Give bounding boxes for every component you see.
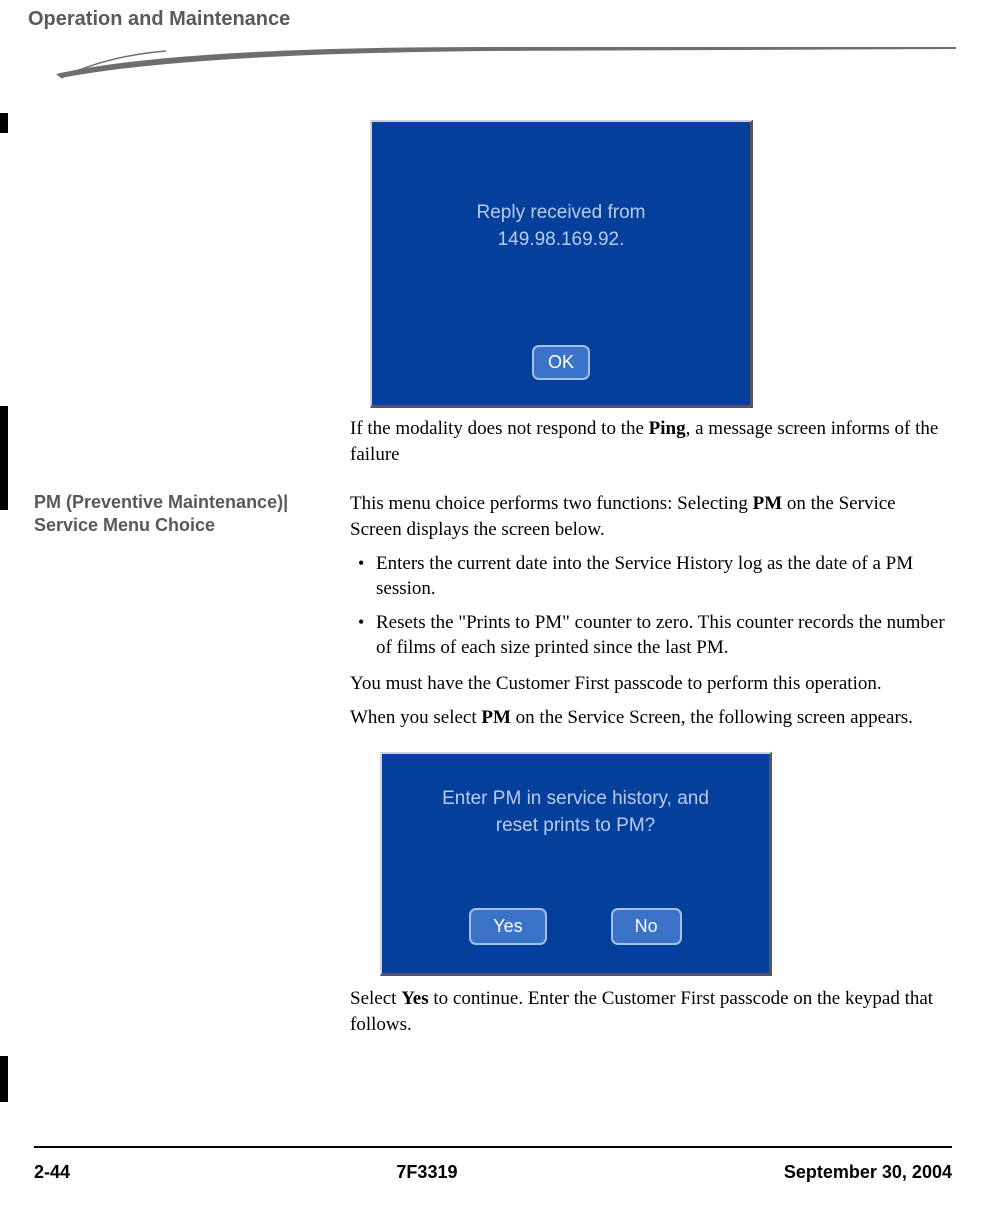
caption-text: Select bbox=[350, 988, 401, 1009]
body-bold: PM bbox=[753, 493, 783, 514]
footer-doc-number: 7F3319 bbox=[396, 1162, 457, 1183]
footer-date: September 30, 2004 bbox=[784, 1162, 952, 1183]
ping-failure-caption: If the modality does not respond to the … bbox=[350, 416, 950, 467]
pm-confirm-dialog: Enter PM in service history, and reset p… bbox=[380, 752, 772, 976]
dialog-text-line: reset prints to PM? bbox=[382, 813, 769, 840]
change-bar bbox=[0, 113, 8, 133]
dialog-text-line: Reply received from bbox=[372, 200, 750, 227]
body-text: You must have the Customer First passcod… bbox=[350, 671, 950, 697]
body-bold: PM bbox=[481, 707, 511, 728]
caption-bold: Yes bbox=[401, 988, 428, 1009]
header-swoosh bbox=[26, 36, 956, 86]
select-yes-caption: Select Yes to continue. Enter the Custom… bbox=[350, 986, 950, 1037]
body-text: This menu choice performs two functions:… bbox=[350, 493, 753, 514]
caption-text: If the modality does not respond to the bbox=[350, 418, 649, 439]
footer-page-number: 2-44 bbox=[34, 1162, 70, 1183]
dialog-text-line: Enter PM in service history, and bbox=[382, 786, 769, 813]
section-side-heading: PM (Preventive Maintenance)| Service Men… bbox=[34, 491, 330, 738]
ping-reply-dialog: Reply received from 149.98.169.92. OK bbox=[370, 120, 753, 408]
dialog-text-line: 149.98.169.92. bbox=[372, 227, 750, 254]
caption-bold: Ping bbox=[649, 418, 686, 439]
body-text: When you select bbox=[350, 707, 481, 728]
page-header-title: Operation and Maintenance bbox=[0, 0, 982, 31]
no-button[interactable]: No bbox=[611, 908, 682, 945]
list-item: Resets the "Prints to PM" counter to zer… bbox=[350, 610, 950, 661]
body-text: on the Service Screen, the following scr… bbox=[511, 707, 913, 728]
change-bar bbox=[0, 1056, 8, 1102]
caption-text: to continue. Enter the Customer First pa… bbox=[350, 988, 933, 1035]
yes-button[interactable]: Yes bbox=[469, 908, 546, 945]
list-item: Enters the current date into the Service… bbox=[350, 551, 950, 602]
section-body: This menu choice performs two functions:… bbox=[350, 491, 950, 738]
page-footer: 2-44 7F3319 September 30, 2004 bbox=[34, 1146, 952, 1183]
change-bar bbox=[0, 406, 8, 510]
ok-button[interactable]: OK bbox=[532, 345, 590, 380]
